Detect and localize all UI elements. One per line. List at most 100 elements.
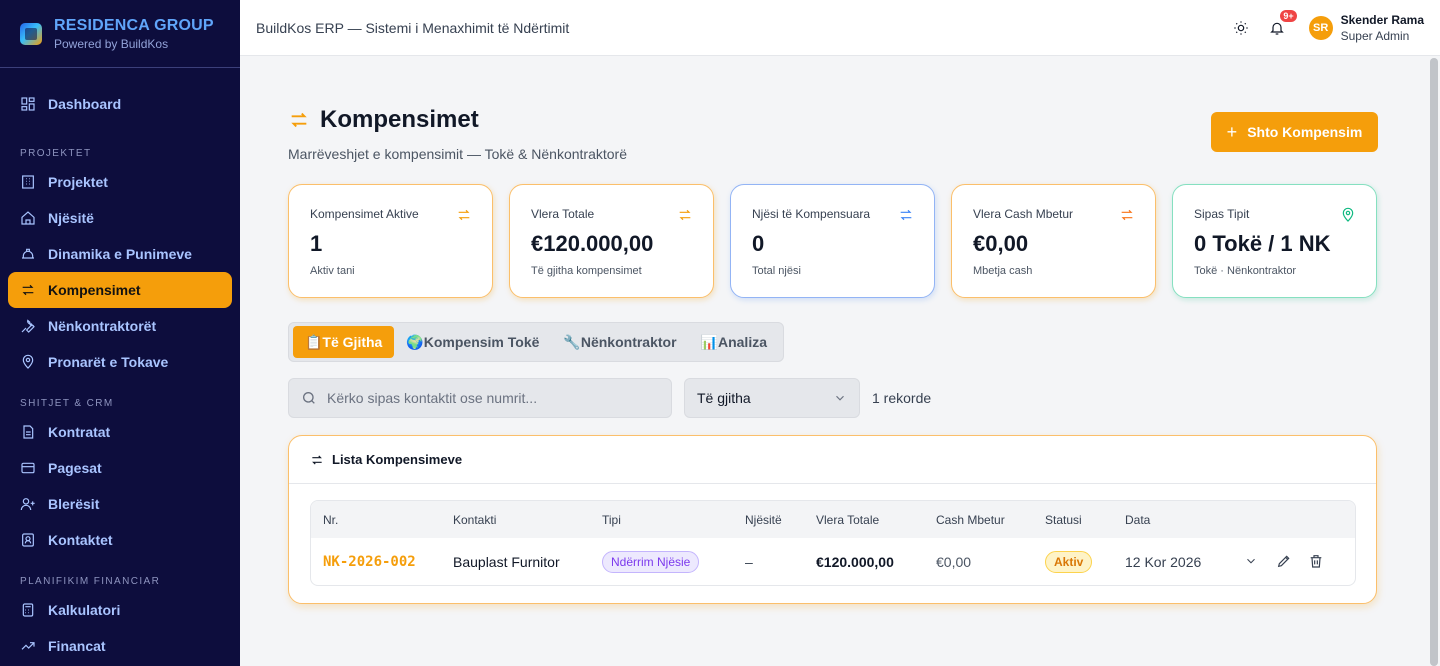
stat-label: Kompensimet Aktive [310,207,419,221]
search-input[interactable] [327,390,657,406]
stat-card-active: Kompensimet Aktive 1 Aktiv tani [288,184,493,298]
tabs: 📋Të Gjitha 🌍Kompensim Tokë 🔧Nënkontrakto… [288,322,784,362]
contact-icon [20,532,36,548]
sidebar-item-njesite[interactable]: Njësitë [8,200,232,236]
swap-icon [677,207,693,223]
card-icon [20,460,36,476]
app-title: BuildKos ERP — Sistemi i Menaxhimit të N… [256,19,570,36]
sidebar-item-nenkontraktoret[interactable]: Nënkontraktorët [8,308,232,344]
sidebar-item-kontratat[interactable]: Kontratat [8,414,232,450]
page-header: Kompensimet Marrëveshjet e kompensimit —… [288,106,627,162]
brand[interactable]: RESIDENCA GROUP Powered by BuildKos [0,0,240,68]
sidebar-item-label: Projektet [48,174,108,190]
table-row[interactable]: NK-2026-002 Bauplast Furnitor Ndërrim Nj… [311,538,1355,585]
search-box[interactable] [288,378,672,418]
brand-logo-icon [20,22,42,45]
expand-row-button[interactable] [1244,554,1258,571]
column-header[interactable]: Vlera Totale [816,513,879,527]
delete-button[interactable] [1308,553,1324,572]
trending-icon [20,638,36,654]
sidebar-item-label: Pagesat [48,460,102,476]
tab-subcontractor[interactable]: 🔧Nënkontraktor [551,326,688,358]
stat-label: Sipas Tipit [1194,207,1250,221]
avatar[interactable]: SR [1308,15,1333,40]
scrollbar-thumb[interactable] [1430,58,1438,666]
user-info[interactable]: Skender Rama Super Admin [1341,13,1424,43]
hardhat-icon [20,246,36,262]
sidebar-item-dashboard[interactable]: Dashboard [8,86,232,122]
stats-cards: Kompensimet Aktive 1 Aktiv tani Vlera To… [288,184,1377,298]
stat-card-total-value: Vlera Totale €120.000,00 Të gjitha kompe… [509,184,714,298]
type-filter-select[interactable]: Të gjitha [684,378,860,418]
sidebar-item-label: Nënkontraktorët [48,318,157,334]
tab-analysis[interactable]: 📊Analiza [689,326,779,358]
stat-value: 1 [310,231,323,256]
sidebar-item-dinamika[interactable]: Dinamika e Punimeve [8,236,232,272]
sidebar-item-pagesat[interactable]: Pagesat [8,450,232,486]
add-button-label: Shto Kompensim [1247,124,1363,140]
column-header[interactable]: Kontakti [453,513,496,527]
sidebar-item-label: Kalkulatori [48,602,121,618]
swap-icon [20,282,36,298]
sidebar-nav: Dashboard PROJEKTET Projektet Njësitë Di… [0,68,240,664]
cell-cash: €0,00 [936,554,972,570]
bell-icon [1269,22,1284,35]
stat-value: €0,00 [973,231,1029,256]
column-header[interactable]: Njësitë [745,513,782,527]
column-header[interactable]: Statusi [1045,513,1082,527]
column-header[interactable]: Nr. [323,513,338,527]
table-header: Nr. Kontakti Tipi Njësitë Vlera Totale C… [311,501,1355,538]
status-badge: Aktiv [1045,551,1093,573]
dashboard-icon [20,96,36,112]
sidebar-item-label: Kontaktet [48,532,113,548]
record-count: 1 rekorde [872,390,932,406]
filters: Të gjitha 1 rekorde [288,378,931,418]
stat-note: Aktiv tani [310,265,355,277]
home-icon [20,210,36,226]
column-header[interactable]: Cash Mbetur [936,513,1005,527]
type-badge: Ndërrim Njësie [602,551,700,573]
edit-button[interactable] [1276,553,1292,572]
sidebar: RESIDENCA GROUP Powered by BuildKos Dash… [0,0,240,666]
tab-land[interactable]: 🌍Kompensim Tokë [394,326,551,358]
page-title: Kompensimet [320,106,479,133]
stat-label: Vlera Totale [531,207,595,221]
sidebar-item-label: Dashboard [48,96,122,112]
add-compensation-button[interactable]: + Shto Kompensim [1211,112,1378,152]
sidebar-item-financat[interactable]: Financat [8,628,232,664]
column-header[interactable]: Data [1125,513,1150,527]
sidebar-item-projektet[interactable]: Projektet [8,164,232,200]
sidebar-item-pronaret[interactable]: Pronarët e Tokave [8,344,232,380]
swap-icon [291,112,307,128]
map-pin-icon [20,354,36,370]
stat-note: Total njësi [752,265,801,277]
stat-card-cash: Vlera Cash Mbetur €0,00 Mbetja cash [951,184,1156,298]
swap-icon [898,207,914,223]
stat-value: €120.000,00 [531,231,654,256]
stat-label: Njësi të Kompensuara [752,207,871,221]
swap-icon [312,455,322,464]
notifications-button[interactable]: 9+ [1265,9,1297,40]
brand-title: RESIDENCA GROUP [54,16,214,34]
sidebar-item-bleresit[interactable]: Blerësit [8,486,232,522]
swap-icon [1119,207,1135,223]
theme-toggle-button[interactable] [1229,16,1253,40]
column-header[interactable]: Tipi [602,513,621,527]
tab-all[interactable]: 📋Të Gjitha [293,326,395,358]
cell-nr[interactable]: NK-2026-002 [323,554,416,570]
sidebar-item-label: Blerësit [48,496,100,512]
document-icon [20,424,36,440]
user-plus-icon [20,496,36,512]
stat-label: Vlera Cash Mbetur [973,207,1074,221]
building-icon [20,174,36,190]
sidebar-item-label: Dinamika e Punimeve [48,246,192,262]
chevron-down-icon [1247,558,1255,564]
sidebar-item-kompensimet[interactable]: Kompensimet [8,272,232,308]
search-icon [303,392,315,404]
sidebar-item-kontaktet[interactable]: Kontaktet [8,522,232,558]
sidebar-item-kalkulatori[interactable]: Kalkulatori [8,592,232,628]
sidebar-item-label: Financat [48,638,106,654]
user-role: Super Admin [1340,28,1410,43]
stat-value: 0 [752,231,765,256]
page-scrollbar[interactable] [1430,58,1438,666]
